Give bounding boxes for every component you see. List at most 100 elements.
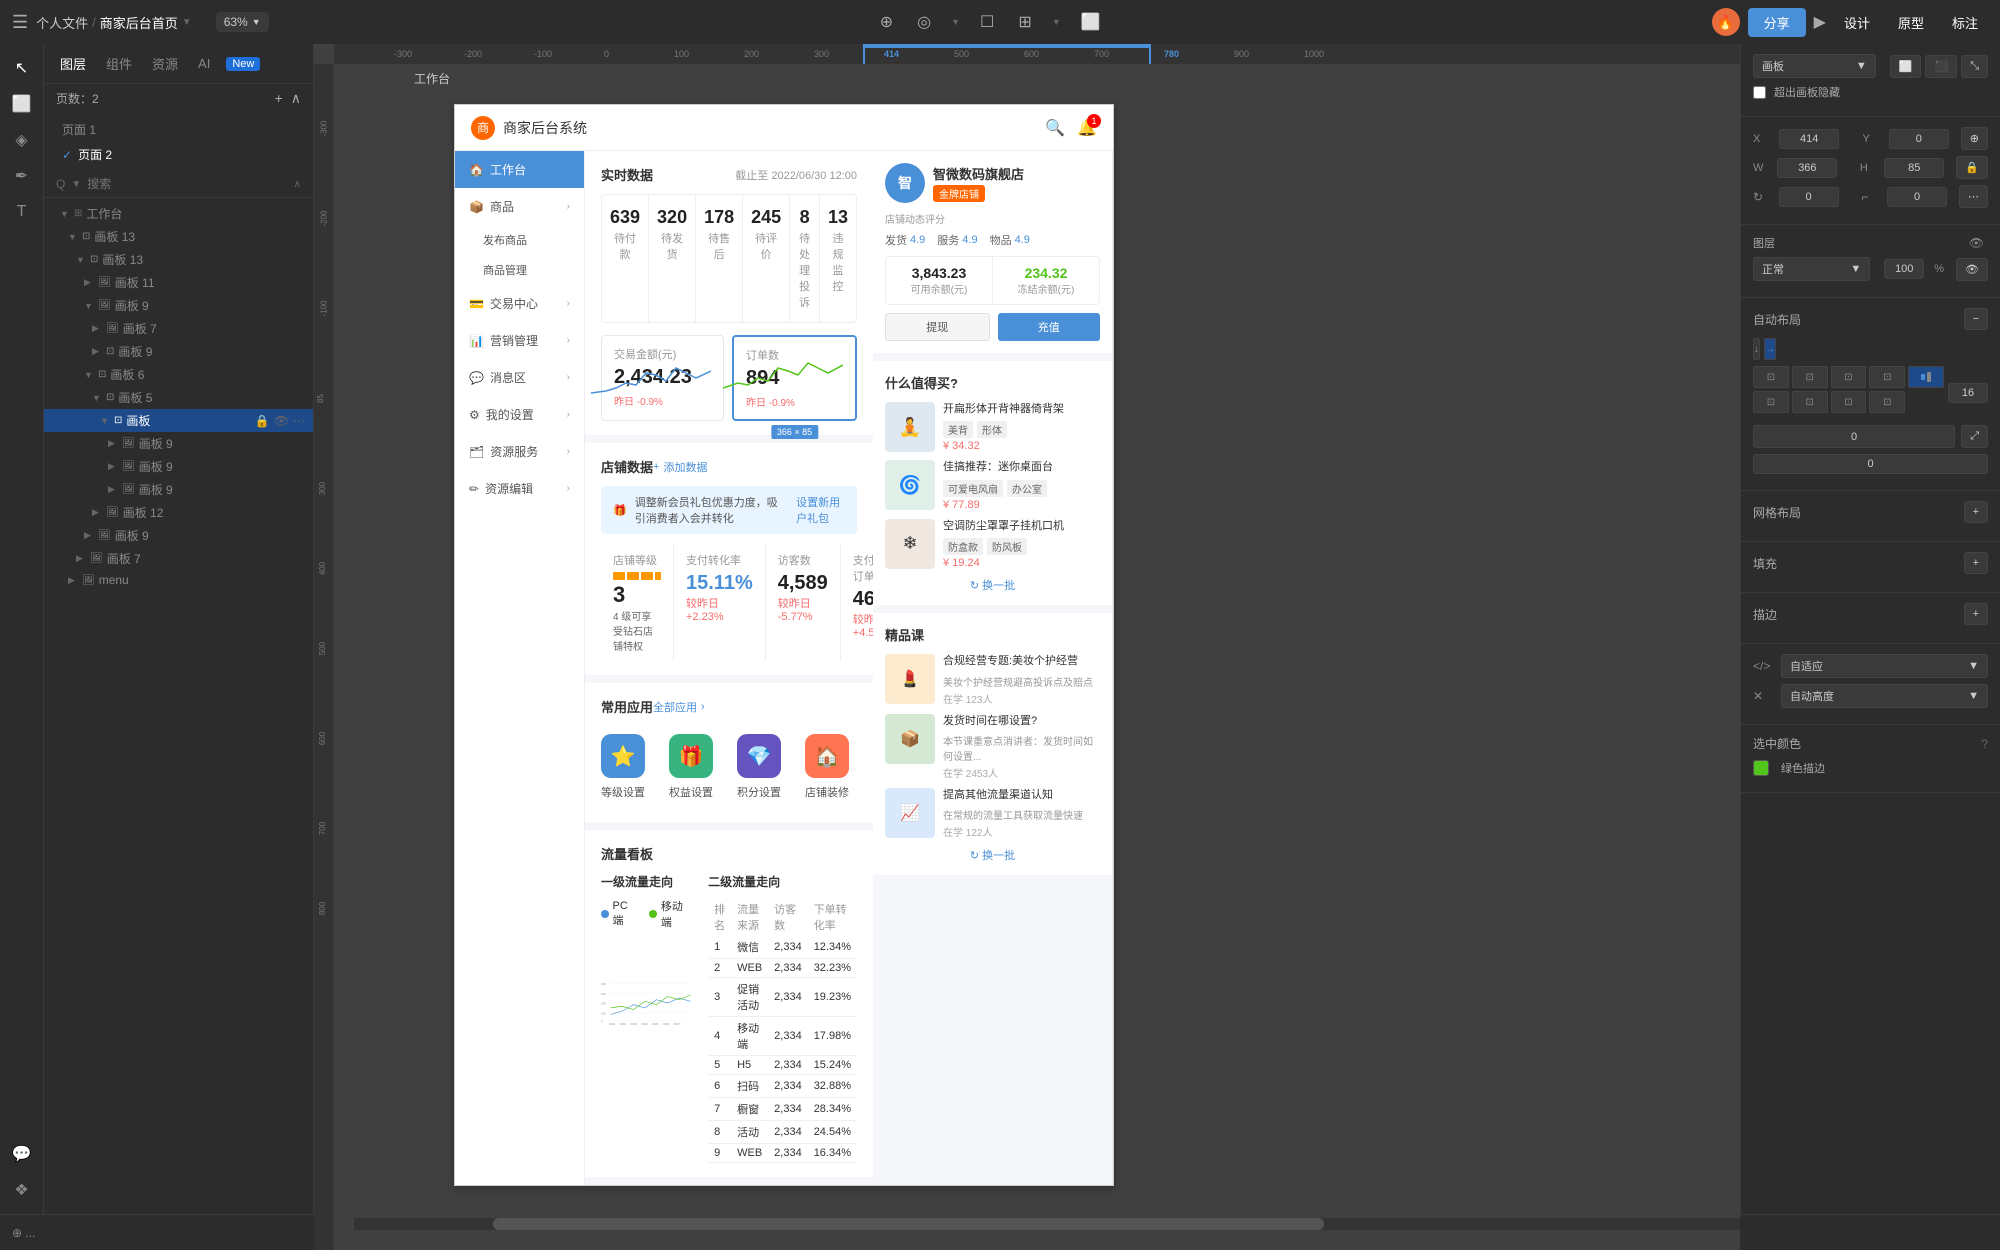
al-middle-center[interactable] — [1908, 366, 1944, 388]
cursor-icon[interactable]: ↖ — [6, 52, 38, 84]
align-right-btn[interactable]: → — [1764, 338, 1776, 360]
more-icon[interactable]: ⋯ — [293, 414, 305, 428]
product-item-3[interactable]: ❄ 空调防尘罩罩子挂机口机 防盒款 防风板 ¥ 19.24 — [885, 519, 1100, 569]
expand-icon-btn[interactable]: ⤢ — [1961, 425, 1988, 448]
recharge-btn[interactable]: 充值 — [998, 313, 1101, 341]
tab-prototype[interactable]: 原型 — [1888, 8, 1934, 37]
tree-frame-selected[interactable]: ▼ ⊡ 画板 🔒 👁 ⋯ — [44, 409, 313, 432]
opacity-input[interactable] — [1884, 259, 1924, 279]
frame-icon[interactable]: ⬜ — [1077, 8, 1105, 36]
courses-refresh-btn[interactable]: ↻ 换一批 — [885, 847, 1100, 863]
collapse-icon[interactable]: ∧ — [294, 179, 301, 190]
corner-input[interactable] — [1887, 187, 1947, 207]
tree-frame9f[interactable]: ▶ 🖼 画板 9 — [44, 524, 313, 547]
search-input[interactable] — [87, 177, 287, 191]
snap-icon[interactable]: ⊕ — [876, 8, 897, 36]
nav-messages[interactable]: 💬 消息区 › — [455, 359, 584, 396]
app-grade-settings[interactable]: ⭐ 等级设置 — [601, 734, 645, 800]
nav-workstation[interactable]: 🏠 工作台 — [455, 151, 584, 188]
position-reset-btn[interactable]: ⊕ — [1961, 127, 1988, 150]
component2-icon[interactable]: ❖ — [6, 1174, 38, 1206]
app-store-decor[interactable]: 🏠 店铺装修 — [805, 734, 849, 800]
panel-view-1[interactable]: ⬜ — [1890, 55, 1922, 78]
tree-frame13-outer[interactable]: ▼ ⊡ 画板 13 — [44, 225, 313, 248]
x-input[interactable] — [1779, 129, 1839, 149]
lock-ratio-btn[interactable]: 🔒 — [1956, 156, 1988, 179]
tab-annotate[interactable]: 标注 — [1942, 8, 1988, 37]
rotation-input[interactable] — [1779, 187, 1839, 207]
spacing-input[interactable] — [1948, 383, 1988, 403]
notification-btn[interactable]: 🔔 1 — [1077, 118, 1097, 138]
grid-add-btn[interactable]: + — [1964, 501, 1988, 523]
nav-resource-editor[interactable]: ✏ 资源编辑 › — [455, 470, 584, 507]
share-button[interactable]: 分享 — [1748, 8, 1806, 37]
add-data-btn[interactable]: + 添加数据 — [653, 459, 707, 475]
eye-icon[interactable]: 👁 — [1969, 236, 1984, 250]
nav-marketing[interactable]: 📊 营销管理 › — [455, 322, 584, 359]
tree-frame9e[interactable]: ▶ 🖼 画板 9 — [44, 478, 313, 501]
tree-frame9d[interactable]: ▶ 🖼 画板 9 — [44, 455, 313, 478]
tree-frame9a[interactable]: ▼ 🖼 画板 9 — [44, 294, 313, 317]
page-item-1[interactable]: 页面 1 — [56, 117, 301, 142]
al-top-left[interactable]: ⊡ — [1753, 366, 1789, 388]
frame-tool-icon[interactable]: ⬜ — [6, 88, 38, 120]
tree-frame6[interactable]: ▼ ⊡ 画板 6 — [44, 363, 313, 386]
tree-frame9c[interactable]: ▶ 🖼 画板 9 — [44, 432, 313, 455]
header-search-icon[interactable]: 🔍 — [1045, 118, 1065, 138]
collapse-pages-icon[interactable]: ∧ — [291, 90, 301, 107]
al-bottom-center[interactable]: ⊡ — [1831, 391, 1867, 413]
zoom-control[interactable]: 63% ▼ — [216, 12, 269, 32]
add-page-icon[interactable]: + — [275, 90, 283, 107]
al-bottom-right[interactable]: ⊡ — [1869, 391, 1905, 413]
auto-height-dropdown[interactable]: 自动高度 ▼ — [1781, 684, 1988, 708]
component-icon[interactable]: ◈ — [6, 124, 38, 156]
layers-icon[interactable]: ⊞ — [1014, 8, 1035, 36]
tree-frame13[interactable]: ▼ ⊡ 画板 13 — [44, 248, 313, 271]
course-item-1[interactable]: 💄 合规经营专题:美妆个护经营 美妆个护经营规避高投诉点及赔点 在学 123人 — [885, 654, 1100, 705]
recommend-refresh-btn[interactable]: ↻ 换一批 — [885, 577, 1100, 593]
play-icon[interactable]: ▶ — [1814, 12, 1826, 32]
y-input[interactable] — [1889, 129, 1949, 149]
visibility-btn[interactable]: 👁 — [1956, 258, 1988, 281]
nav-goods-management[interactable]: 商品管理 — [483, 255, 584, 285]
w-input[interactable] — [1777, 158, 1837, 178]
tree-frame11[interactable]: ▶ 🖼 画板 11 — [44, 271, 313, 294]
text-icon[interactable]: T — [6, 196, 38, 228]
circle-icon[interactable]: ◎ — [913, 8, 935, 36]
nav-resource-services[interactable]: 🗂 资源服务 › — [455, 433, 584, 470]
tree-frame9b[interactable]: ▶ ⊡ 画板 9 — [44, 340, 313, 363]
comment-icon[interactable]: 💬 — [6, 1138, 38, 1170]
padding-1[interactable] — [1753, 425, 1955, 448]
tree-frame12[interactable]: ▶ 🖼 画板 12 — [44, 501, 313, 524]
padding-2[interactable] — [1753, 454, 1988, 474]
panel-full[interactable]: ⤡ — [1961, 55, 1988, 78]
h-input[interactable] — [1884, 158, 1944, 178]
nav-publish-goods[interactable]: 发布商品 — [483, 225, 584, 255]
course-item-2[interactable]: 📦 发货时间在哪设置? 本节课重意点消讲者：发货时间如何设置... 在学 245… — [885, 714, 1100, 780]
pen-icon[interactable]: ✒ — [6, 160, 38, 192]
all-apps-btn[interactable]: 全部应用 › — [653, 699, 705, 715]
tree-frame7a[interactable]: ▶ 🖼 画板 7 — [44, 317, 313, 340]
lock-icon[interactable]: 🔒 — [255, 414, 270, 428]
tab-assets[interactable]: 资源 — [148, 52, 182, 75]
green-swatch[interactable] — [1753, 760, 1769, 776]
al-middle-right[interactable]: ⊡ — [1753, 391, 1789, 413]
blend-mode-dropdown[interactable]: 正常 ▼ — [1753, 257, 1870, 281]
exceed-canvas-checkbox[interactable] — [1753, 86, 1766, 99]
visible-icon[interactable]: 👁 — [274, 414, 289, 428]
fill-add-btn[interactable]: + — [1964, 552, 1988, 574]
banner-link[interactable]: 设置新用户礼包 — [796, 494, 845, 526]
more-options-btn[interactable]: ⋯ — [1959, 185, 1988, 208]
tab-design[interactable]: 设计 — [1834, 8, 1880, 37]
app-benefits-settings[interactable]: 🎁 权益设置 — [669, 734, 713, 800]
panel-type-dropdown[interactable]: 画板 ▼ — [1753, 54, 1876, 78]
add-bottom-icon[interactable]: ⊕ ... — [12, 1226, 35, 1240]
nav-transaction[interactable]: 💳 交易中心 › — [455, 285, 584, 322]
tree-menu[interactable]: ▶ 🖼 menu — [44, 570, 313, 590]
al-middle-left[interactable]: ⊡ — [1869, 366, 1905, 388]
checkbox-icon[interactable]: ☐ — [976, 8, 998, 36]
stroke-add-btn[interactable]: + — [1964, 603, 1988, 625]
help-icon[interactable]: ? — [1981, 737, 1988, 751]
tab-new[interactable]: New — [226, 57, 260, 71]
al-bottom-left[interactable]: ⊡ — [1792, 391, 1828, 413]
